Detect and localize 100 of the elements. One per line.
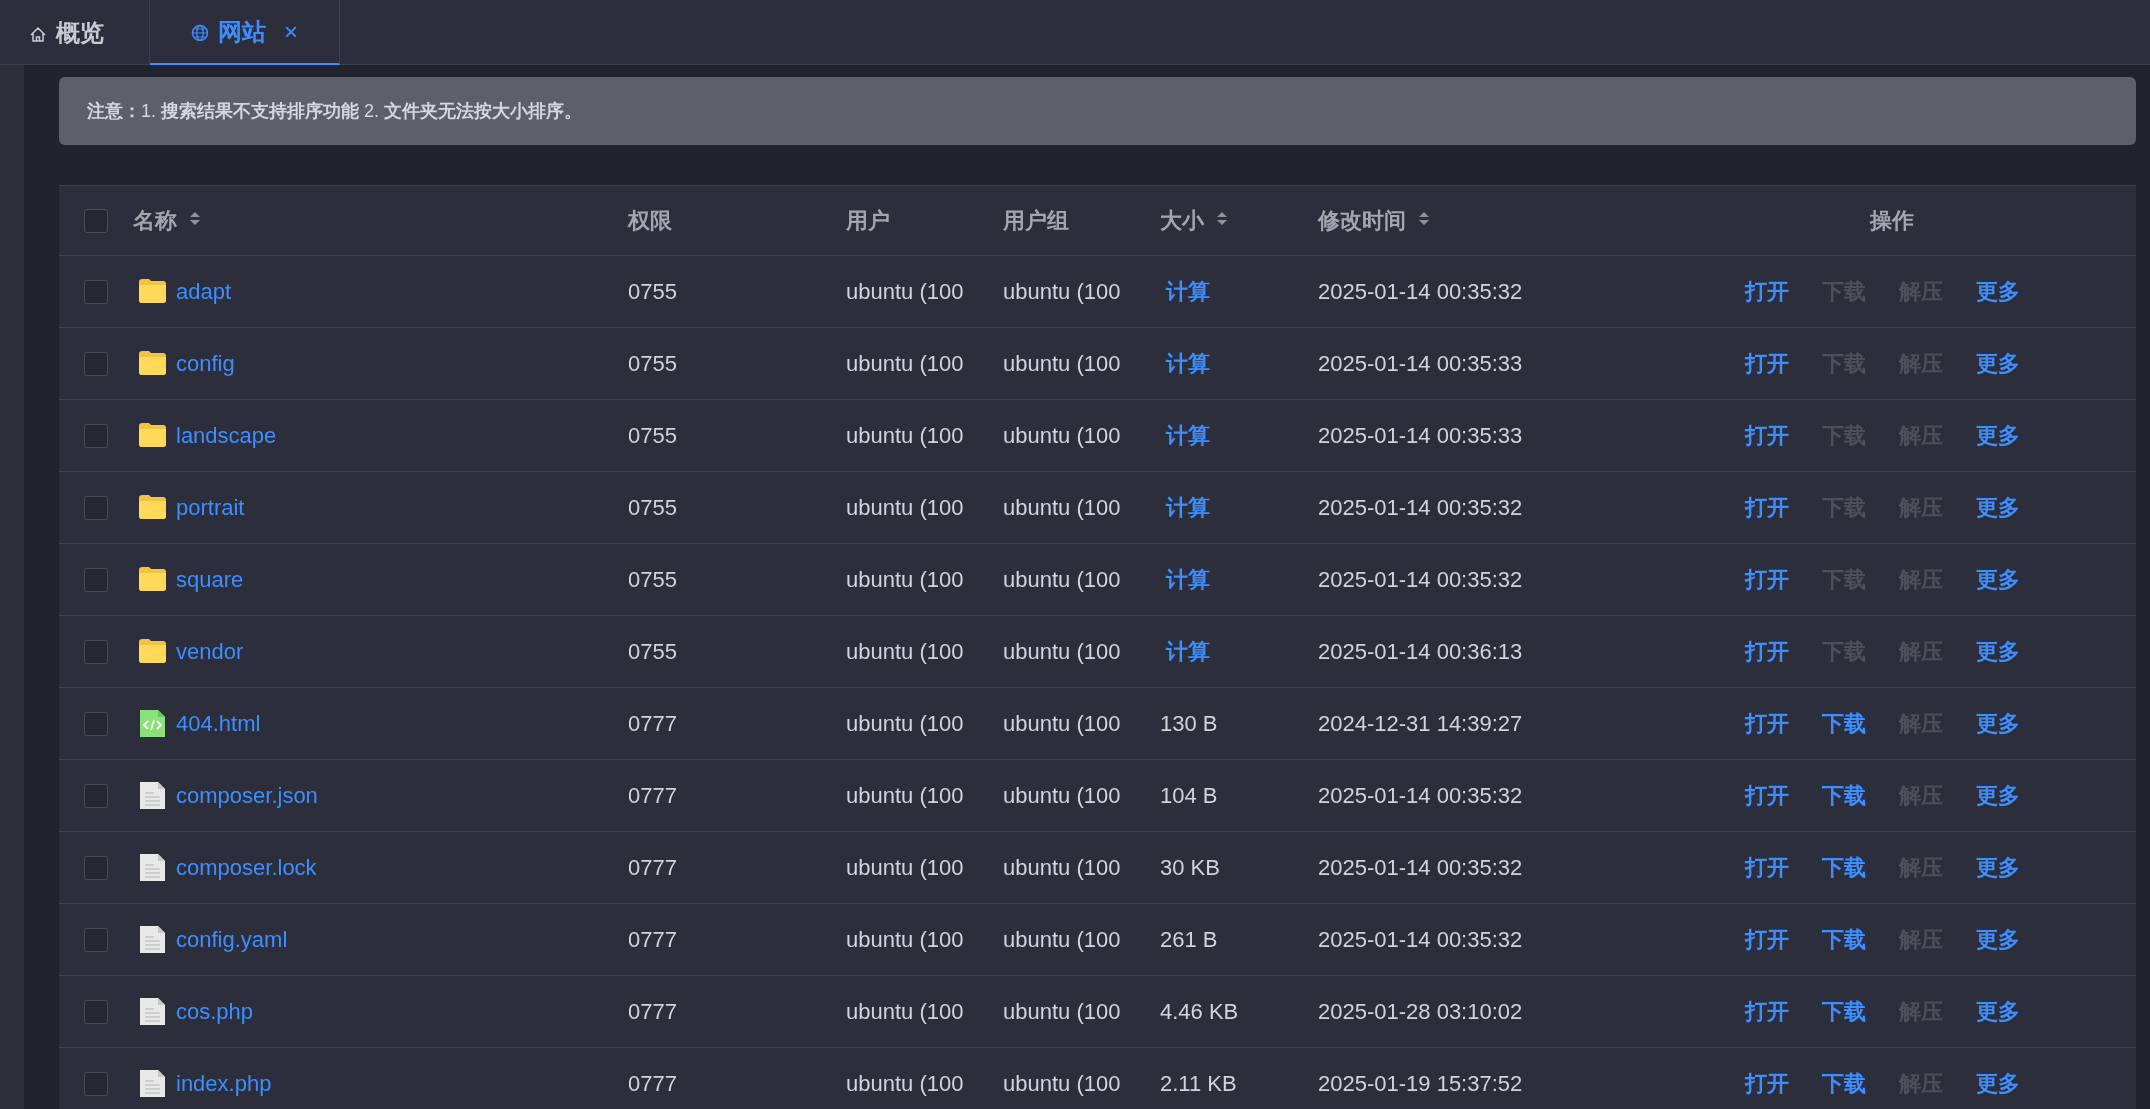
action-link[interactable]: 打开 xyxy=(1744,852,1789,883)
table-cell: 2025-01-19 15:37:52 xyxy=(1318,1070,1523,1097)
action-link[interactable]: 下载 xyxy=(1821,852,1866,883)
file-name-link[interactable]: vendor xyxy=(176,638,244,665)
table-cell: ubuntu (100 xyxy=(846,638,964,665)
action-link[interactable]: 更多 xyxy=(1975,636,2020,667)
action-link[interactable]: 打开 xyxy=(1744,420,1789,451)
action-link[interactable]: 打开 xyxy=(1744,924,1789,955)
checkbox[interactable] xyxy=(84,639,108,664)
table-cell: 2025-01-14 00:35:32 xyxy=(1318,494,1523,521)
action-link[interactable]: 下载 xyxy=(1821,996,1866,1027)
table-cell: 0777 xyxy=(628,1070,677,1097)
action-link[interactable]: 下载 xyxy=(1821,1068,1866,1099)
checkbox[interactable] xyxy=(84,423,108,448)
checkbox[interactable] xyxy=(84,999,108,1024)
action-link[interactable]: 下载 xyxy=(1821,780,1866,811)
table-cell: 0777 xyxy=(628,998,677,1025)
action-link[interactable]: 打开 xyxy=(1744,276,1789,307)
action-link[interactable]: 更多 xyxy=(1975,852,2020,883)
document-icon xyxy=(138,996,168,1027)
calculate-link[interactable]: 计算 xyxy=(1166,420,1210,451)
checkbox[interactable] xyxy=(84,567,108,592)
column-header[interactable]: 修改时间 xyxy=(1318,205,1434,236)
action-link[interactable]: 打开 xyxy=(1744,492,1789,523)
globe-icon xyxy=(190,22,208,41)
table-cell: 0777 xyxy=(628,926,677,953)
action-link[interactable]: 打开 xyxy=(1744,1068,1789,1099)
column-header[interactable]: 大小 xyxy=(1160,205,1232,236)
tab-label[interactable]: 概览 xyxy=(56,16,104,49)
action-link[interactable]: 更多 xyxy=(1975,924,2020,955)
action-link[interactable]: 打开 xyxy=(1744,780,1789,811)
checkbox[interactable] xyxy=(84,1071,108,1096)
file-name-link[interactable]: portrait xyxy=(176,494,245,521)
file-name-link[interactable]: composer.lock xyxy=(176,854,317,881)
table-cell: 2025-01-14 00:36:13 xyxy=(1318,638,1523,665)
table-cell: 2025-01-14 00:35:32 xyxy=(1318,566,1523,593)
table-cell: 30 KB xyxy=(1160,854,1220,881)
action-link[interactable]: 打开 xyxy=(1744,348,1789,379)
tab-label[interactable]: 网站 xyxy=(218,15,266,48)
file-name-link[interactable]: config xyxy=(176,350,235,377)
table-cell: 261 B xyxy=(1160,926,1218,953)
action-link[interactable]: 更多 xyxy=(1975,780,2020,811)
action-link[interactable]: 打开 xyxy=(1744,564,1789,595)
action-link[interactable]: 下载 xyxy=(1821,708,1866,739)
table-cell: ubuntu (100 xyxy=(846,350,964,377)
action-link[interactable]: 打开 xyxy=(1744,996,1789,1027)
document-icon xyxy=(138,924,168,955)
action-link[interactable]: 更多 xyxy=(1975,348,2020,379)
tab[interactable]: 网站 × xyxy=(150,0,340,65)
action-link[interactable]: 更多 xyxy=(1975,492,2020,523)
checkbox[interactable] xyxy=(84,927,108,952)
action-link[interactable]: 更多 xyxy=(1975,420,2020,451)
table-cell: 0755 xyxy=(628,494,677,521)
file-name-link[interactable]: 404.html xyxy=(176,710,261,737)
table-cell: 0777 xyxy=(628,710,677,737)
checkbox[interactable] xyxy=(84,855,108,880)
table-cell: 2025-01-14 00:35:32 xyxy=(1318,278,1523,305)
table-cell: ubuntu (100 xyxy=(846,998,964,1025)
file-name-link[interactable]: composer.json xyxy=(176,782,318,809)
action-link[interactable]: 更多 xyxy=(1975,1068,2020,1099)
checkbox[interactable] xyxy=(84,208,108,233)
table-cell: 2025-01-28 03:10:02 xyxy=(1318,998,1523,1025)
table-cell: 2025-01-14 00:35:32 xyxy=(1318,854,1523,881)
table-cell: ubuntu (100 xyxy=(846,926,964,953)
checkbox[interactable] xyxy=(84,279,108,304)
calculate-link[interactable]: 计算 xyxy=(1166,492,1210,523)
checkbox[interactable] xyxy=(84,351,108,376)
checkbox[interactable] xyxy=(84,711,108,736)
calculate-link[interactable]: 计算 xyxy=(1166,564,1210,595)
calculate-link[interactable]: 计算 xyxy=(1166,348,1210,379)
checkbox[interactable] xyxy=(84,783,108,808)
action-link[interactable]: 更多 xyxy=(1975,708,2020,739)
action-link[interactable]: 更多 xyxy=(1975,564,2020,595)
table-cell: ubuntu (100 xyxy=(1003,1070,1121,1097)
calculate-link[interactable]: 计算 xyxy=(1166,636,1210,667)
table-cell: ubuntu (100 xyxy=(846,782,964,809)
table-cell: ubuntu (100 xyxy=(846,1070,964,1097)
table-cell: ubuntu (100 xyxy=(1003,782,1121,809)
table-cell: ubuntu (100 xyxy=(846,422,964,449)
table-cell: ubuntu (100 xyxy=(846,854,964,881)
action-link[interactable]: 更多 xyxy=(1975,276,2020,307)
table-cell: ubuntu (100 xyxy=(1003,566,1121,593)
table-cell: ubuntu (100 xyxy=(1003,854,1121,881)
column-header[interactable]: 名称 xyxy=(133,205,205,236)
calculate-link[interactable]: 计算 xyxy=(1166,276,1210,307)
file-name-link[interactable]: config.yaml xyxy=(176,926,288,953)
file-name-link[interactable]: landscape xyxy=(176,422,277,449)
file-name-link[interactable]: cos.php xyxy=(176,998,254,1025)
table-cell: 0755 xyxy=(628,422,677,449)
table-cell: ubuntu (100 xyxy=(846,494,964,521)
action-link[interactable]: 打开 xyxy=(1744,708,1789,739)
action-link[interactable]: 下载 xyxy=(1821,924,1866,955)
checkbox[interactable] xyxy=(84,495,108,520)
action-link[interactable]: 打开 xyxy=(1744,636,1789,667)
table-cell: 0755 xyxy=(628,566,677,593)
file-name-link[interactable]: index.php xyxy=(176,1070,272,1097)
close-button[interactable]: × xyxy=(284,17,298,46)
action-link[interactable]: 更多 xyxy=(1975,996,2020,1027)
file-name-link[interactable]: adapt xyxy=(176,278,232,305)
file-name-link[interactable]: square xyxy=(176,566,244,593)
